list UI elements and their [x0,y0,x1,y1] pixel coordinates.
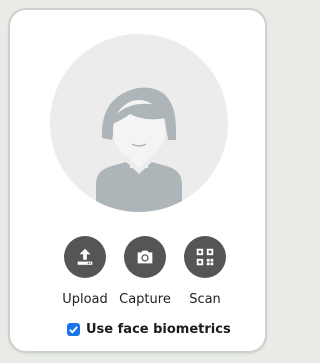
checkmark-icon [69,326,78,334]
face-biometrics-option[interactable]: Use face biometrics [67,322,231,337]
qr-code-icon [196,248,214,266]
scan-action: Scan [172,236,238,308]
profile-avatar [50,34,228,212]
scan-label[interactable]: Scan [172,292,238,308]
face-biometrics-checkbox[interactable] [67,323,80,336]
capture-button[interactable] [124,236,166,278]
upload-button[interactable] [64,236,106,278]
capture-action: Capture [112,236,178,308]
scan-button[interactable] [184,236,226,278]
capture-label[interactable]: Capture [112,292,178,308]
face-biometrics-label: Use face biometrics [86,322,231,337]
photo-actions: Upload Capture Scan [10,236,265,316]
upload-label[interactable]: Upload [52,292,118,308]
camera-icon [137,250,153,264]
default-person-avatar-icon [50,34,228,212]
upload-action: Upload [52,236,118,308]
identity-card: Upload Capture Scan Use face biometrics [8,8,267,353]
upload-icon [77,248,93,265]
